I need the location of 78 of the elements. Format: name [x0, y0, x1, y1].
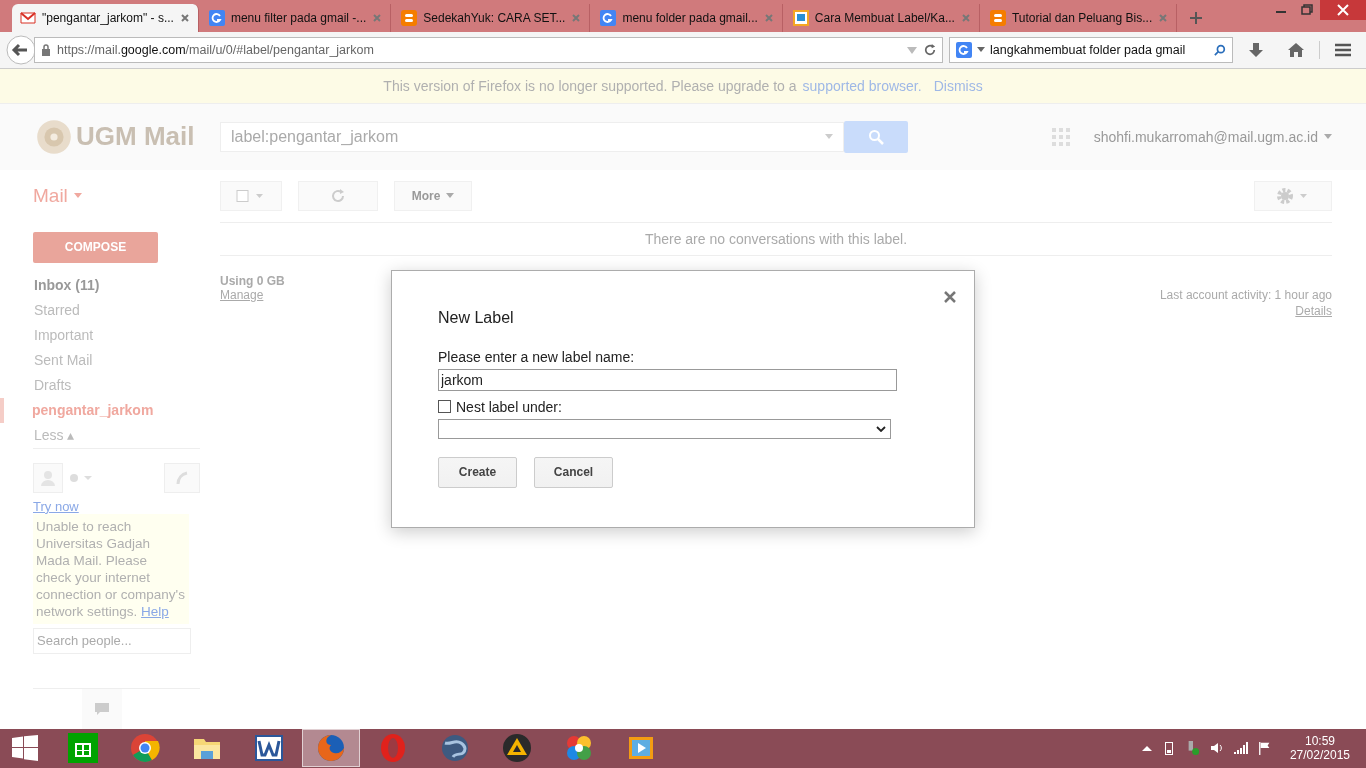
help-link[interactable]: Help — [141, 603, 169, 619]
nest-checkbox[interactable] — [438, 400, 451, 414]
g-icon — [956, 41, 972, 58]
flag-icon[interactable] — [1257, 741, 1272, 756]
new-tab-icon[interactable] — [1189, 10, 1204, 25]
create-button[interactable]: Create — [438, 456, 517, 488]
search-icon — [868, 128, 884, 145]
browser-tab[interactable]: "pengantar_jarkom" - s... — [12, 3, 199, 32]
empty-message: There are no conversations with this label. — [220, 222, 1332, 256]
caret-icon — [825, 134, 833, 140]
store-bag-icon — [68, 733, 98, 764]
speaker-icon[interactable] — [1209, 741, 1224, 756]
caret-icon — [446, 193, 455, 199]
folder-item[interactable]: Less ▴ — [34, 422, 200, 448]
folder-item[interactable]: Important — [34, 322, 200, 348]
folder-item[interactable]: Sent Mail — [34, 347, 200, 373]
address-bar[interactable]: https://mail.google.com/mail/u/0/#label/pengantar_jarkom — [34, 36, 943, 63]
notice-text: This version of Firefox is no longer supported. Please upgrade to a — [383, 77, 797, 94]
folder-item[interactable]: Inbox (11) — [34, 272, 200, 298]
firefox-icon — [316, 733, 346, 764]
try-now-link[interactable]: Try now — [33, 498, 79, 514]
close-icon[interactable] — [1320, 0, 1366, 20]
taskbar-button[interactable] — [302, 729, 360, 768]
logo-text: UGM Mail — [76, 121, 195, 153]
checkbox-caret-icon — [236, 189, 266, 202]
blogger-icon — [989, 9, 1006, 26]
dialog-title: New Label — [438, 308, 515, 327]
activity-text: Last account activity: 1 hour ago — [1159, 287, 1332, 302]
label-name-field[interactable]: jarkom — [438, 368, 897, 391]
chevron-down-icon — [876, 425, 886, 432]
lock-icon — [41, 43, 51, 56]
settings-icon — [1276, 186, 1310, 205]
browser-tab[interactable]: Cara Membuat Label/Ka... — [784, 3, 980, 32]
folder-item[interactable]: Starred — [34, 297, 200, 323]
envelope-icon — [20, 9, 36, 26]
account-menu[interactable]: shohfi.mukarromah@mail.ugm.ac.id — [1093, 128, 1318, 145]
caret-icon — [977, 47, 985, 53]
folder-item[interactable]: Drafts — [34, 372, 200, 398]
close-icon[interactable] — [944, 290, 956, 303]
windows-start-icon[interactable] — [12, 735, 38, 762]
browser-tab[interactable]: menu folder pada gmail... — [592, 3, 783, 32]
mail-menu[interactable]: Mail — [33, 184, 68, 207]
browser-tab[interactable]: Tutorial dan Peluang Bis... — [981, 3, 1178, 32]
reload-icon[interactable] — [924, 43, 936, 56]
word-icon — [254, 733, 284, 764]
storage-text: Using 0 GB — [220, 273, 285, 288]
prompt-text: Please enter a new label name: — [438, 348, 636, 365]
search-icon[interactable] — [1214, 43, 1226, 56]
nest-label: Nest label under: — [456, 398, 562, 415]
show-hidden-icons-icon[interactable] — [1141, 745, 1152, 752]
speech-bubble-icon — [93, 701, 110, 716]
chrome-icon — [130, 733, 160, 764]
compose-button[interactable]: COMPOSE — [33, 231, 158, 263]
browser-tab[interactable]: SedekahYuk: CARA SET... — [393, 3, 591, 32]
folder-item[interactable]: pengantar_jarkom — [0, 397, 200, 423]
details-link[interactable]: Details — [1295, 303, 1332, 318]
supported-browser-link[interactable]: supported browser. — [802, 77, 922, 94]
signal-icon[interactable] — [1233, 741, 1248, 756]
more-button[interactable]: More — [394, 180, 472, 211]
opera-icon — [378, 733, 408, 764]
back-icon[interactable] — [6, 34, 36, 65]
search-field[interactable]: label:pengantar_jarkom — [220, 121, 844, 152]
refresh-icon — [330, 187, 346, 204]
dismiss-link[interactable]: Dismiss — [933, 77, 983, 94]
clock[interactable]: 10:59 27/02/2015 — [1289, 734, 1350, 763]
search-people-field[interactable]: Search people... — [33, 627, 191, 654]
search-field[interactable]: langkahmembuat folder pada gmail — [949, 36, 1233, 63]
browser-tab[interactable]: menu filter pada gmail -... — [200, 3, 392, 32]
emblem-icon — [36, 118, 72, 155]
chat-error-message: Unable to reach Universitas Gadjah Mada Mail. Please check your internet connection or company's network settings. Help — [33, 513, 189, 624]
g-icon — [600, 9, 617, 26]
blogger-icon — [401, 9, 418, 26]
close-icon[interactable] — [179, 12, 190, 23]
caret-icon[interactable] — [1324, 134, 1332, 140]
g-icon — [208, 9, 225, 26]
page-icon — [792, 9, 809, 26]
cancel-button[interactable]: Cancel — [534, 456, 613, 488]
manage-link[interactable]: Manage — [220, 287, 264, 302]
